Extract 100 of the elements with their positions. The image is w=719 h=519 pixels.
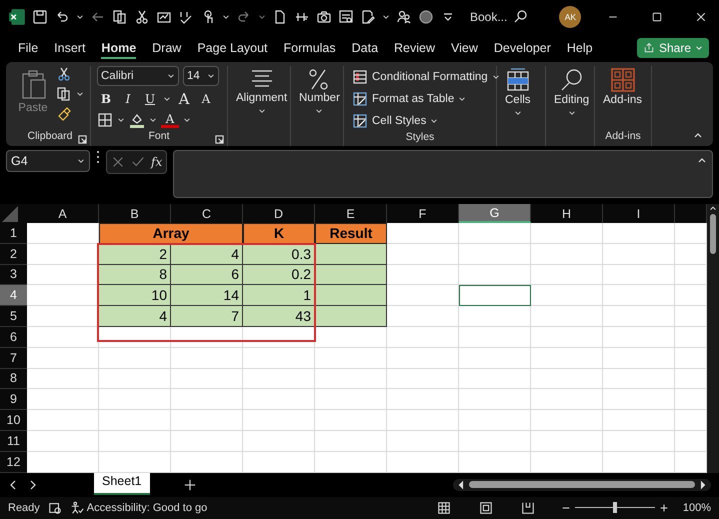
menu-tab[interactable]: Help bbox=[558, 37, 601, 59]
cells-icon bbox=[506, 68, 530, 92]
vertical-scrollbar-thumb[interactable] bbox=[710, 214, 716, 254]
borders-icon[interactable] bbox=[97, 112, 113, 128]
accessibility-status[interactable]: Accessibility: Good to go bbox=[70, 500, 208, 515]
column-header[interactable]: B bbox=[99, 204, 171, 223]
file-name[interactable]: Book... bbox=[470, 10, 508, 24]
name-box[interactable]: G4 bbox=[6, 150, 90, 172]
format-button[interactable]: U bbox=[141, 90, 159, 108]
user-avatar[interactable]: AK bbox=[559, 6, 582, 28]
number-button[interactable]: Number bbox=[297, 66, 342, 118]
column-header[interactable]: G bbox=[459, 204, 531, 223]
row-header[interactable]: 3 bbox=[0, 264, 27, 286]
macro-icon[interactable] bbox=[48, 500, 62, 515]
grow-font-button[interactable]: A bbox=[175, 90, 193, 108]
row-header[interactable]: 12 bbox=[0, 452, 27, 473]
menu-tab[interactable]: Page Layout bbox=[189, 37, 276, 59]
copy-icon[interactable] bbox=[112, 9, 128, 25]
record-icon[interactable] bbox=[418, 9, 434, 25]
search-icon[interactable] bbox=[513, 9, 530, 25]
zoom-in-icon[interactable] bbox=[658, 502, 669, 514]
column-header[interactable]: D bbox=[243, 204, 315, 223]
shrink-font-button[interactable]: A bbox=[197, 90, 215, 108]
copy-icon[interactable] bbox=[56, 86, 72, 102]
menu-tab[interactable]: Data bbox=[344, 37, 386, 59]
column-header[interactable]: E bbox=[315, 204, 387, 223]
edit-document-icon[interactable] bbox=[360, 9, 376, 25]
font-size-dropdown[interactable]: 14 bbox=[183, 66, 219, 86]
menu-tab[interactable]: Review bbox=[386, 37, 444, 59]
column-header[interactable]: H bbox=[531, 204, 603, 223]
horizontal-scrollbar[interactable] bbox=[453, 478, 711, 491]
row-header[interactable]: 1 bbox=[0, 223, 27, 244]
column-header[interactable]: A bbox=[27, 204, 99, 223]
save-icon[interactable] bbox=[32, 9, 48, 25]
zoom-slider-thumb[interactable] bbox=[612, 502, 617, 514]
close-icon[interactable] bbox=[695, 11, 707, 23]
format-painter-icon[interactable] bbox=[56, 106, 72, 122]
formula-input[interactable] bbox=[173, 150, 713, 198]
more-options-icon[interactable] bbox=[96, 150, 100, 164]
cells-button[interactable]: Cells bbox=[503, 66, 533, 120]
select-all-icon[interactable] bbox=[0, 204, 20, 223]
dialog-launcher-icon[interactable] bbox=[78, 135, 87, 144]
scroll-left-icon[interactable] bbox=[457, 480, 465, 490]
maximize-icon[interactable] bbox=[651, 11, 663, 23]
page-break-view-icon[interactable] bbox=[520, 500, 535, 515]
styles-button[interactable]: Format as Table bbox=[350, 88, 490, 109]
menu-tab[interactable]: Draw bbox=[144, 37, 190, 59]
zoom-percentage[interactable]: 100% bbox=[682, 502, 711, 514]
menu-tab[interactable]: View bbox=[443, 37, 486, 59]
row-header[interactable]: 5 bbox=[0, 306, 27, 327]
insert-function-button[interactable]: fx bbox=[151, 155, 162, 169]
normal-view-icon[interactable] bbox=[436, 500, 451, 515]
add-ins-button[interactable]: Add-ins bbox=[601, 66, 644, 108]
share-button[interactable]: Share bbox=[636, 38, 709, 58]
styles-button[interactable]: Conditional Formatting bbox=[350, 66, 490, 87]
menu-tab[interactable]: Developer bbox=[486, 37, 559, 59]
format-button[interactable]: I bbox=[119, 90, 137, 108]
form-icon[interactable] bbox=[338, 9, 354, 25]
dialog-launcher-icon[interactable] bbox=[215, 135, 224, 144]
table-cell: 7 bbox=[171, 306, 243, 327]
menu-tab[interactable]: Insert bbox=[46, 37, 94, 59]
menu-tab[interactable]: Formulas bbox=[276, 37, 344, 59]
people-icon[interactable] bbox=[396, 9, 412, 25]
font-color-button[interactable]: A bbox=[161, 112, 179, 128]
paste-button[interactable]: Paste bbox=[16, 66, 50, 116]
menu-tab[interactable]: Home bbox=[93, 37, 144, 59]
column-header[interactable]: I bbox=[603, 204, 675, 223]
table-cell: 4 bbox=[171, 244, 243, 265]
cut-icon[interactable] bbox=[134, 9, 150, 25]
row-header[interactable]: 6 bbox=[0, 326, 27, 348]
previous-sheet-icon[interactable] bbox=[8, 478, 18, 491]
row-header[interactable]: 4 bbox=[0, 285, 27, 306]
next-sheet-icon[interactable] bbox=[28, 478, 38, 491]
row-header[interactable]: 11 bbox=[0, 430, 27, 452]
format-button[interactable]: B bbox=[97, 90, 115, 108]
enter-icon[interactable] bbox=[131, 155, 145, 169]
row-header[interactable]: 7 bbox=[0, 348, 27, 369]
cancel-icon[interactable] bbox=[111, 155, 125, 169]
row-header[interactable]: 10 bbox=[0, 410, 27, 431]
camera-icon[interactable] bbox=[316, 9, 332, 25]
row-header[interactable]: 8 bbox=[0, 368, 27, 390]
styles-button[interactable]: Cell Styles bbox=[350, 110, 490, 131]
fill-color-icon[interactable] bbox=[129, 112, 145, 128]
page-layout-view-icon[interactable] bbox=[478, 500, 493, 515]
add-ins-icon bbox=[610, 68, 634, 92]
alignment-button[interactable]: Alignment bbox=[234, 66, 290, 118]
menu-tab[interactable]: File bbox=[10, 37, 46, 59]
column-header[interactable]: C bbox=[171, 204, 243, 223]
scroll-up-icon[interactable] bbox=[709, 204, 717, 212]
font-name-dropdown[interactable]: Calibri bbox=[97, 66, 179, 86]
scroll-right-icon[interactable] bbox=[699, 480, 707, 490]
table-cell: 6 bbox=[171, 264, 243, 286]
row-header[interactable]: 2 bbox=[0, 244, 27, 265]
cut-icon[interactable] bbox=[56, 66, 72, 82]
table-cell: 1 bbox=[243, 285, 315, 306]
add-sheet-icon[interactable] bbox=[184, 478, 196, 491]
editing-button[interactable]: Editing bbox=[552, 66, 592, 120]
column-header[interactable]: F bbox=[387, 204, 459, 223]
format-table-icon bbox=[352, 90, 368, 106]
row-header[interactable]: 9 bbox=[0, 389, 27, 410]
